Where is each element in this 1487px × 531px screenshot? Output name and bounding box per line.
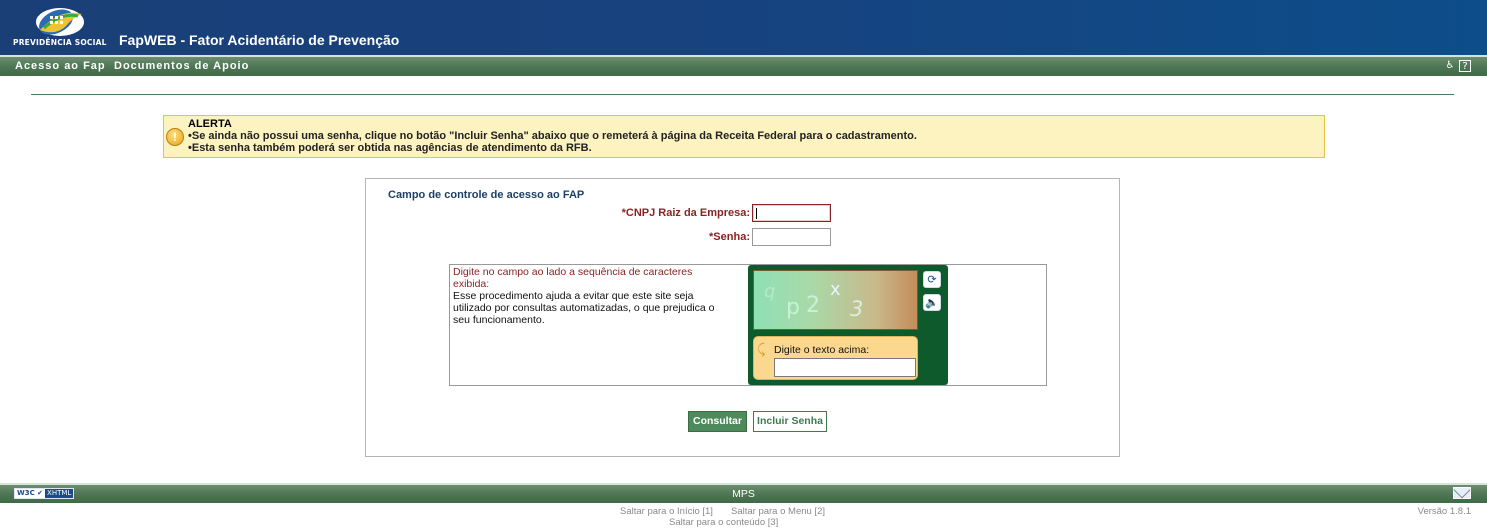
skip-link-conteudo[interactable]: Saltar para o conteúdo [3] (669, 517, 778, 528)
menu-item-acesso-ao-fap[interactable]: Acesso ao Fap (15, 60, 106, 72)
captcha-audio-icon[interactable]: 🔈 (923, 294, 941, 311)
mail-icon[interactable] (1453, 487, 1471, 499)
alert-line: •Se ainda não possui uma senha, clique n… (188, 130, 917, 142)
captcha-entry-panel: ⤹ Digite o texto acima: (753, 336, 918, 380)
version-label: Versão 1.8.1 (1417, 506, 1471, 517)
footer-org: MPS (732, 488, 755, 500)
menu-item-documentos-de-apoio[interactable]: Documentos de Apoio (114, 60, 249, 72)
text-caret (756, 208, 757, 219)
captcha-char: p (786, 295, 800, 320)
footer-bar: W3C ✔ XHTML MPS (0, 483, 1487, 503)
divider (31, 94, 1454, 95)
logo-text: PREVIDÊNCIA SOCIAL (13, 38, 107, 47)
captcha-box: Digite no campo ao lado a sequência de c… (449, 264, 1047, 386)
menu-icons: ♿ ? (1444, 60, 1471, 72)
access-form: Campo de controle de acesso ao FAP *CNPJ… (365, 178, 1120, 457)
senha-label: *Senha: (709, 231, 750, 243)
skip-link-menu[interactable]: Saltar para o Menu [2] (731, 506, 825, 517)
arrow-down-icon: ⤹ (757, 342, 766, 358)
captcha-char: q (764, 281, 776, 302)
menu-bar: Acesso ao Fap Documentos de Apoio ♿ ? (0, 55, 1487, 76)
app-title: FapWEB - Fator Acidentário de Prevenção (119, 32, 400, 48)
captcha-char: x (830, 279, 841, 300)
alert-line: •Esta senha também poderá ser obtida nas… (188, 142, 592, 154)
consultar-button[interactable]: Consultar (688, 411, 747, 432)
captcha-instruction: Digite no campo ao lado a sequência de c… (453, 266, 693, 290)
captcha-char: 3 (850, 297, 864, 321)
captcha-help-text: Esse procedimento ajuda a evitar que est… (453, 290, 715, 326)
senha-input[interactable] (752, 228, 831, 246)
captcha-entry-label: Digite o texto acima: (774, 344, 870, 356)
cnpj-label: *CNPJ Raiz da Empresa: (621, 207, 750, 219)
warning-icon: ! (166, 128, 184, 146)
captcha-char: 2 (806, 293, 820, 318)
captcha-input[interactable] (774, 358, 916, 377)
form-title: Campo de controle de acesso ao FAP (388, 189, 585, 201)
alert-title: ALERTA (188, 118, 232, 130)
header-bar: PREVIDÊNCIA SOCIAL FapWEB - Fator Aciden… (0, 0, 1487, 55)
incluir-senha-button[interactable]: Incluir Senha (753, 411, 827, 432)
captcha-widget: q p 2 x 3 ⟳ 🔈 ⤹ Digite o texto acima: (748, 265, 948, 385)
captcha-refresh-icon[interactable]: ⟳ (923, 271, 941, 288)
help-icon[interactable]: ? (1459, 60, 1471, 72)
wheelchair-icon[interactable]: ♿ (1444, 60, 1456, 72)
skip-link-inicio[interactable]: Saltar para o Início [1] (620, 506, 713, 517)
cnpj-input[interactable] (752, 204, 831, 222)
alert-box: ! ALERTA •Se ainda não possui uma senha,… (163, 115, 1325, 158)
captcha-image: q p 2 x 3 (753, 270, 918, 330)
